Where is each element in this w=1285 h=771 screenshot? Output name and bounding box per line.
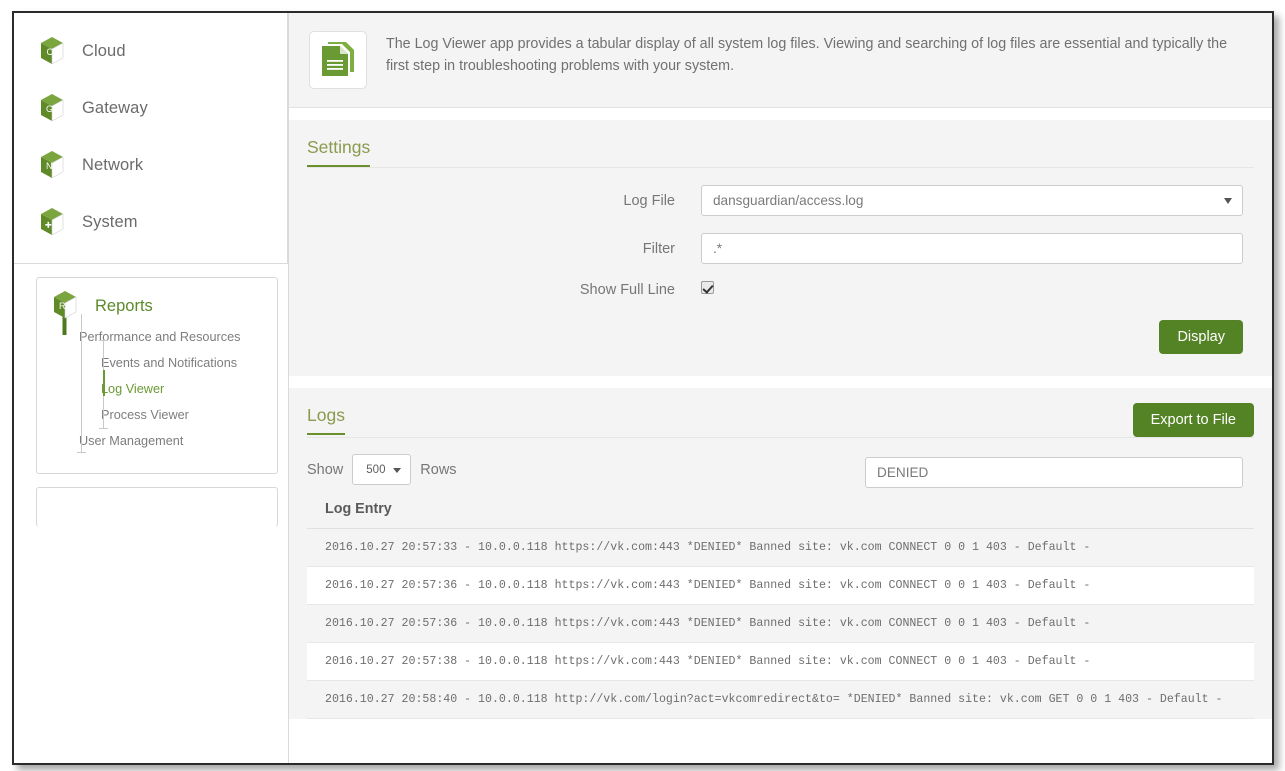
filter-input[interactable] [701, 233, 1243, 264]
tree-tick-sub-bottom [99, 428, 108, 429]
sidebar-main-nav: C Cloud G Gateway N Network System [14, 13, 288, 264]
main-content: The Log Viewer app provides a tabular di… [288, 13, 1272, 763]
log-entry-column-header: Log Entry [307, 485, 1254, 529]
sidebar-item-label: Cloud [82, 42, 126, 60]
settings-header-row: Settings [289, 120, 1272, 167]
sidebar-item-network[interactable]: N Network [14, 137, 287, 194]
table-row[interactable]: 2016.10.27 20:57:33 - 10.0.0.118 https:/… [307, 529, 1254, 567]
log-file-label: Log File [623, 192, 675, 209]
svg-text:G: G [46, 104, 53, 114]
settings-title: Settings [307, 137, 371, 167]
sidebar-item-process-viewer[interactable]: Process Viewer [37, 402, 277, 428]
sidebar-next-section-stub [36, 487, 278, 527]
table-row[interactable]: 2016.10.27 20:58:40 - 10.0.0.118 http://… [307, 681, 1254, 719]
table-row[interactable]: 2016.10.27 20:57:36 - 10.0.0.118 https:/… [307, 567, 1254, 605]
sidebar-item-cloud[interactable]: C Cloud [14, 23, 287, 80]
app-description-panel: The Log Viewer app provides a tabular di… [289, 13, 1272, 108]
chevron-down-icon [393, 468, 402, 473]
filter-row: Filter [289, 233, 1272, 264]
chevron-down-icon [1224, 198, 1232, 204]
sidebar-item-label: Network [82, 156, 144, 174]
settings-panel: Settings Log File dansguardian/access.lo… [289, 120, 1272, 376]
sidebar-item-label: System [82, 213, 138, 231]
display-button[interactable]: Display [1159, 320, 1243, 354]
svg-text:R: R [59, 301, 66, 311]
table-row[interactable]: 2016.10.27 20:57:36 - 10.0.0.118 https:/… [307, 605, 1254, 643]
logs-title: Logs [307, 405, 345, 435]
logs-search-input[interactable] [865, 457, 1243, 488]
show-label: Show [307, 461, 344, 478]
filter-label: Filter [642, 240, 675, 257]
table-row[interactable]: 2016.10.27 20:57:38 - 10.0.0.118 https:/… [307, 643, 1254, 681]
sidebar-item-system[interactable]: System [14, 194, 287, 251]
sidebar: C Cloud G Gateway N Network System R Rep… [14, 13, 288, 763]
panel-divider-2 [289, 376, 1272, 388]
sidebar-item-events-and-notifications[interactable]: Events and Notifications [37, 350, 277, 376]
sidebar-reports-section: R Reports Performance and Resources Even… [36, 277, 278, 474]
show-full-line-label: Show Full Line [579, 282, 675, 298]
application-window: C Cloud G Gateway N Network System R Rep… [12, 11, 1274, 765]
svg-text:C: C [47, 47, 54, 57]
app-description-text: The Log Viewer app provides a tabular di… [386, 36, 1228, 75]
sidebar-item-label: Gateway [82, 99, 148, 117]
rows-count-select[interactable]: 500 [352, 454, 412, 485]
log-document-icon [309, 31, 367, 89]
tree-rail-active [103, 370, 105, 396]
rows-label: Rows [420, 461, 457, 478]
log-file-select-value: dansguardian/access.log [701, 185, 1243, 216]
display-button-row: Display [289, 320, 1272, 354]
logs-search-row [865, 457, 1243, 488]
logs-panel: Logs Export to File Show 500 Rows Log En… [289, 388, 1272, 719]
logs-header-row: Logs Export to File [289, 388, 1272, 437]
show-full-line-checkbox[interactable] [701, 281, 714, 294]
rows-count-value: 500 [366, 463, 386, 476]
tree-tick-bottom [77, 452, 86, 453]
sidebar-item-log-viewer[interactable]: Log Viewer [37, 376, 277, 402]
cube-network-icon: N [36, 149, 68, 183]
cube-cloud-icon: C [36, 35, 68, 69]
cube-gateway-icon: G [36, 92, 68, 126]
cube-system-icon [36, 206, 68, 240]
panel-divider [289, 108, 1272, 120]
log-file-row: Log File dansguardian/access.log [289, 185, 1272, 216]
export-to-file-button[interactable]: Export to File [1132, 403, 1254, 437]
tree-rail-main [81, 314, 82, 452]
log-file-select[interactable]: dansguardian/access.log [701, 185, 1243, 216]
sidebar-item-label: Reports [95, 296, 153, 315]
svg-text:N: N [46, 161, 53, 171]
sidebar-item-gateway[interactable]: G Gateway [14, 80, 287, 137]
show-full-line-row: Show Full Line [289, 281, 1272, 299]
sidebar-item-user-management[interactable]: User Management [37, 428, 277, 454]
settings-title-rule [307, 167, 1254, 168]
tree-tick-sub-top [99, 340, 108, 341]
cube-reports-icon: R [49, 289, 81, 335]
sidebar-item-reports[interactable]: R Reports [37, 288, 277, 335]
logs-controls: Logs Export to File Show 500 Rows [289, 388, 1272, 488]
